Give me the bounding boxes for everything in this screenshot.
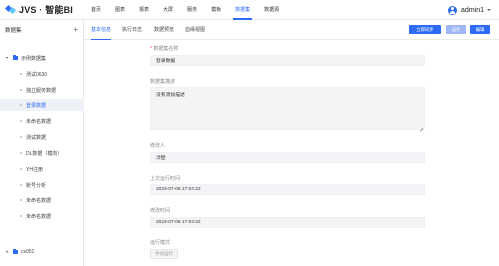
dataset-dot-icon: [20, 167, 23, 171]
nav-item-services[interactable]: 服务: [180, 0, 204, 20]
required-mark: *: [150, 46, 152, 52]
tab-basic-info[interactable]: 基本信息: [91, 20, 112, 40]
tree-item-label: 账号分析: [26, 182, 47, 189]
dataset-name-label: * 数据集名称: [150, 45, 178, 52]
last-run-field[interactable]: 2023-07-06 17:04:22: [150, 184, 425, 195]
tree-item-label: 示例数据集: [21, 55, 47, 62]
dataset-name-label-text: 数据集名称: [153, 46, 179, 52]
avatar-icon[interactable]: [448, 5, 458, 15]
dataset-desc-label: 数据集描述: [150, 79, 176, 85]
modified-time-field[interactable]: 2023-07-06 17:04:22: [150, 217, 425, 228]
tree-item-label: 登录数据: [26, 102, 47, 109]
app-logo[interactable]: JVS · 智能BI: [4, 3, 84, 16]
sidebar-header: 数据集 +: [0, 20, 83, 40]
sync-now-button[interactable]: 立即同步: [409, 25, 441, 34]
nav-item-datasources[interactable]: 数据源: [257, 0, 286, 20]
logo-icon: [4, 4, 17, 15]
tree-item-label: 测试0630: [26, 71, 48, 78]
dataset-dot-icon: [20, 151, 23, 155]
main-nav: 首页 图表 报表 大屏 服务 模板 数据集 数据源: [84, 0, 286, 20]
caret-down-icon[interactable]: [6, 251, 8, 253]
owner-label: 修改人: [150, 143, 166, 149]
tree-item-label: YH注册: [26, 166, 43, 173]
nav-item-templates[interactable]: 模板: [204, 0, 228, 20]
modified-time-label: 修改时间: [150, 208, 171, 214]
dataset-detail: 基本信息 执行日志 数据预览 血缘视图 立即同步 设计 编辑 * 数据集名称 登…: [84, 20, 499, 266]
dataset-dot-icon: [20, 135, 23, 139]
tab-data-preview[interactable]: 数据预览: [154, 20, 174, 40]
tree-item[interactable]: 未命名数据: [0, 194, 84, 206]
dataset-dot-icon: [20, 88, 23, 92]
tree-item[interactable]: DL数据（模向）: [0, 147, 84, 159]
logo-text: JVS · 智能BI: [19, 5, 74, 15]
tree-folder-cs001[interactable]: cs001: [0, 246, 84, 258]
dataset-dot-icon: [20, 198, 23, 202]
dataset-dot-icon: [20, 72, 23, 76]
tab-lineage[interactable]: 血缘视图: [185, 20, 205, 40]
folder-icon: [13, 249, 18, 254]
top-nav-bar: JVS · 智能BI 首页 图表 报表 大屏 服务 模板 数据集 数据源 adm…: [0, 0, 499, 20]
dataset-desc-text: 没有添加描述: [156, 93, 185, 98]
manual-run-option[interactable]: 手动运行: [150, 249, 178, 259]
caret-down-icon[interactable]: [6, 57, 8, 59]
tree-item-label: DL数据（模向）: [26, 150, 63, 157]
edit-button[interactable]: 编辑: [470, 25, 490, 34]
detail-tabs: 基本信息 执行日志 数据预览 血缘视图 立即同步 设计 编辑: [84, 20, 499, 40]
chevron-down-icon[interactable]: [487, 9, 491, 11]
tree-item-label: 独立服务数据: [26, 87, 57, 94]
username[interactable]: admin1: [461, 7, 484, 14]
dataset-dot-icon: [20, 103, 23, 107]
tree-item-label: 测试数据: [26, 134, 47, 141]
user-menu[interactable]: admin1: [448, 0, 491, 20]
tree-item[interactable]: 未命名数据: [0, 115, 84, 127]
nav-item-screens[interactable]: 大屏: [156, 0, 180, 20]
sidebar-title: 数据集: [5, 28, 22, 34]
tree-item[interactable]: 测试0630: [0, 68, 84, 80]
tree-folder-example[interactable]: 示例数据集: [0, 52, 84, 64]
last-run-label: 上次运行时间: [150, 176, 181, 182]
run-mode-label: 运行模式: [150, 240, 171, 246]
nav-item-reports[interactable]: 报表: [132, 0, 156, 20]
add-icon[interactable]: +: [73, 26, 78, 34]
nav-item-charts[interactable]: 图表: [108, 0, 132, 20]
tree-item-label: 未命名数据: [26, 213, 52, 220]
nav-item-home[interactable]: 首页: [84, 0, 108, 20]
tree-item[interactable]: YH注册: [0, 163, 84, 175]
dataset-sidebar: 数据集 + 示例数据集 测试0630 独立服务数据 登录数据 未命名数据 测试数…: [0, 20, 84, 266]
dataset-desc-field[interactable]: 没有添加描述: [150, 87, 425, 130]
tree-item-label: cs001: [21, 249, 35, 255]
tree-item[interactable]: 测试数据: [0, 131, 84, 143]
tree-item-label: 未命名数据: [26, 197, 52, 204]
design-button[interactable]: 设计: [446, 25, 466, 34]
tree-item[interactable]: 账号分析: [0, 179, 84, 191]
dataset-dot-icon: [20, 119, 23, 123]
tree-item[interactable]: 未命名数据: [0, 210, 84, 222]
dataset-dot-icon: [20, 214, 23, 218]
folder-icon: [13, 55, 18, 60]
nav-item-datasets[interactable]: 数据集: [228, 0, 257, 20]
tree-item-selected[interactable]: 登录数据: [0, 99, 84, 111]
tree-item[interactable]: 独立服务数据: [0, 84, 84, 96]
tab-exec-log[interactable]: 执行日志: [122, 20, 142, 40]
dataset-dot-icon: [20, 183, 23, 187]
tree-item-label: 未命名数据: [26, 118, 52, 125]
owner-field[interactable]: 淳壁: [150, 152, 425, 163]
resize-handle-icon[interactable]: [419, 124, 423, 128]
dataset-name-field[interactable]: 登录数据: [150, 55, 425, 66]
